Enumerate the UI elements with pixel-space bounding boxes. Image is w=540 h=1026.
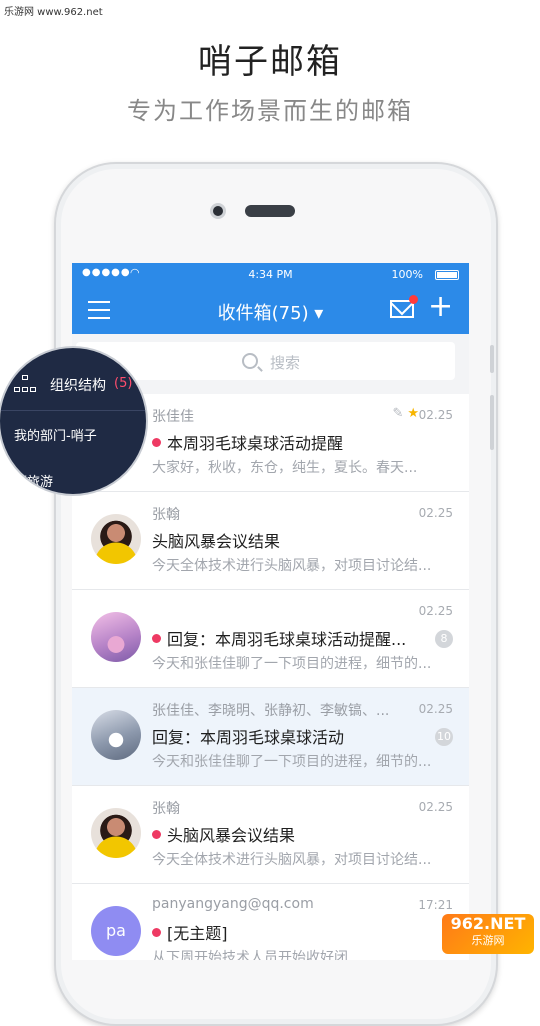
speaker-grille (245, 205, 295, 217)
email-date: 02.25 (418, 702, 453, 716)
promo-subtitle: 专为工作场景而生的邮箱 (127, 97, 413, 125)
email-row[interactable]: 张翰 02.25 头脑风暴会议结果 今天全体技术进行头脑风暴，对项目讨论结... (72, 492, 469, 590)
camera-icon (210, 203, 226, 219)
battery-icon (435, 270, 459, 280)
sidebar-magnifier: 组织结构 (5) 我的部门-哨子 莆旅游 (0, 346, 148, 496)
sidebar-item-org-label[interactable]: 组织结构 (50, 375, 106, 395)
phone-side-button (490, 345, 494, 373)
avatar (91, 710, 141, 760)
email-subject: 本周羽毛球桌球活动提醒 (152, 430, 422, 454)
avatar: pa (91, 906, 141, 956)
sidebar-item-partial[interactable]: 莆旅游 (14, 471, 53, 490)
divider (0, 410, 146, 411)
email-date: 02.25 (418, 604, 453, 618)
email-subject: 回复：本周羽毛球桌球活动提醒... (152, 626, 422, 650)
email-preview: 今天和张佳佳聊了一下项目的进程，细节的... (152, 754, 432, 770)
nav-bar: 收件箱(75) ▾ + (72, 287, 469, 334)
email-subject: [无主题] (152, 920, 422, 944)
avatar (91, 612, 141, 662)
email-sender: 张佳佳、李晓明、张静初、李敏镐、... (152, 703, 390, 719)
unread-dot (152, 634, 161, 643)
notification-dot (409, 295, 418, 304)
email-row[interactable]: 张佳佳、李晓明、张静初、李敏镐、... 02.25 回复：本周羽毛球桌球活动 1… (72, 688, 469, 786)
promo-title: 哨子邮箱 (198, 42, 342, 82)
org-count-badge: (5) (114, 376, 133, 391)
search-placeholder: 搜索 (270, 354, 301, 372)
email-row[interactable]: 张翰 02.25 头脑风暴会议结果 今天全体技术进行头脑风暴，对项目讨论结... (72, 786, 469, 884)
app-screen: ●●●●● ◠ 4:34 PM 100% 收件箱(75) ▾ + 搜索 张佳佳 … (72, 263, 469, 960)
attachment-icon: ✎ (392, 406, 404, 421)
email-date: 02.25 (418, 800, 453, 814)
email-subject: 头脑风暴会议结果 (152, 822, 422, 846)
email-preview: 从下周开始技术人员开始收好闭... (152, 950, 362, 960)
unread-dot (152, 830, 161, 839)
email-sender: 张佳佳 (152, 409, 194, 425)
watermark: 乐游网 www.962.net (4, 7, 103, 18)
thread-count-badge: 8 (435, 630, 453, 648)
email-date: 02.25 (418, 408, 453, 422)
phone-side-button (490, 395, 494, 450)
email-preview: 今天和张佳佳聊了一下项目的进程，细节的... (152, 656, 432, 672)
email-subject: 头脑风暴会议结果 (152, 532, 281, 551)
search-input[interactable]: 搜索 (76, 342, 455, 380)
status-bar: ●●●●● ◠ 4:34 PM 100% (72, 263, 469, 287)
email-date: 02.25 (418, 506, 453, 520)
battery-label: 100% (391, 268, 423, 281)
email-sender: 张翰 (152, 507, 180, 523)
avatar (91, 808, 141, 858)
compose-plus-icon[interactable]: + (428, 292, 453, 322)
email-preview: 大家好，秋收，东仓，纯生，夏长。春天... (152, 460, 418, 476)
email-preview: 今天全体技术进行头脑风暴，对项目讨论结... (152, 852, 432, 868)
thread-count-badge: 10 (435, 728, 453, 746)
unread-dot (152, 438, 161, 447)
email-preview: 今天全体技术进行头脑风暴，对项目讨论结... (152, 558, 432, 574)
star-icon[interactable]: ★ (407, 406, 419, 421)
email-subject: 回复：本周羽毛球桌球活动 (152, 728, 345, 747)
search-icon (242, 353, 258, 369)
email-row[interactable]: 02.25 回复：本周羽毛球桌球活动提醒... 8 今天和张佳佳聊了一下项目的进… (72, 590, 469, 688)
email-date: 17:21 (418, 898, 453, 912)
email-flags: ✎ ★ (392, 406, 419, 421)
email-sender: 张翰 (152, 801, 180, 817)
email-row[interactable]: pa panyangyang@qq.com 17:21 [无主题] 从下周开始技… (72, 884, 469, 960)
org-chart-icon (14, 375, 36, 393)
email-sender: panyangyang@qq.com (152, 896, 314, 912)
sidebar-item-my-dept[interactable]: 我的部门-哨子 (14, 425, 97, 444)
unread-dot (152, 928, 161, 937)
avatar (91, 514, 141, 564)
brand-logo: 962.NET 乐游网 (442, 914, 534, 954)
